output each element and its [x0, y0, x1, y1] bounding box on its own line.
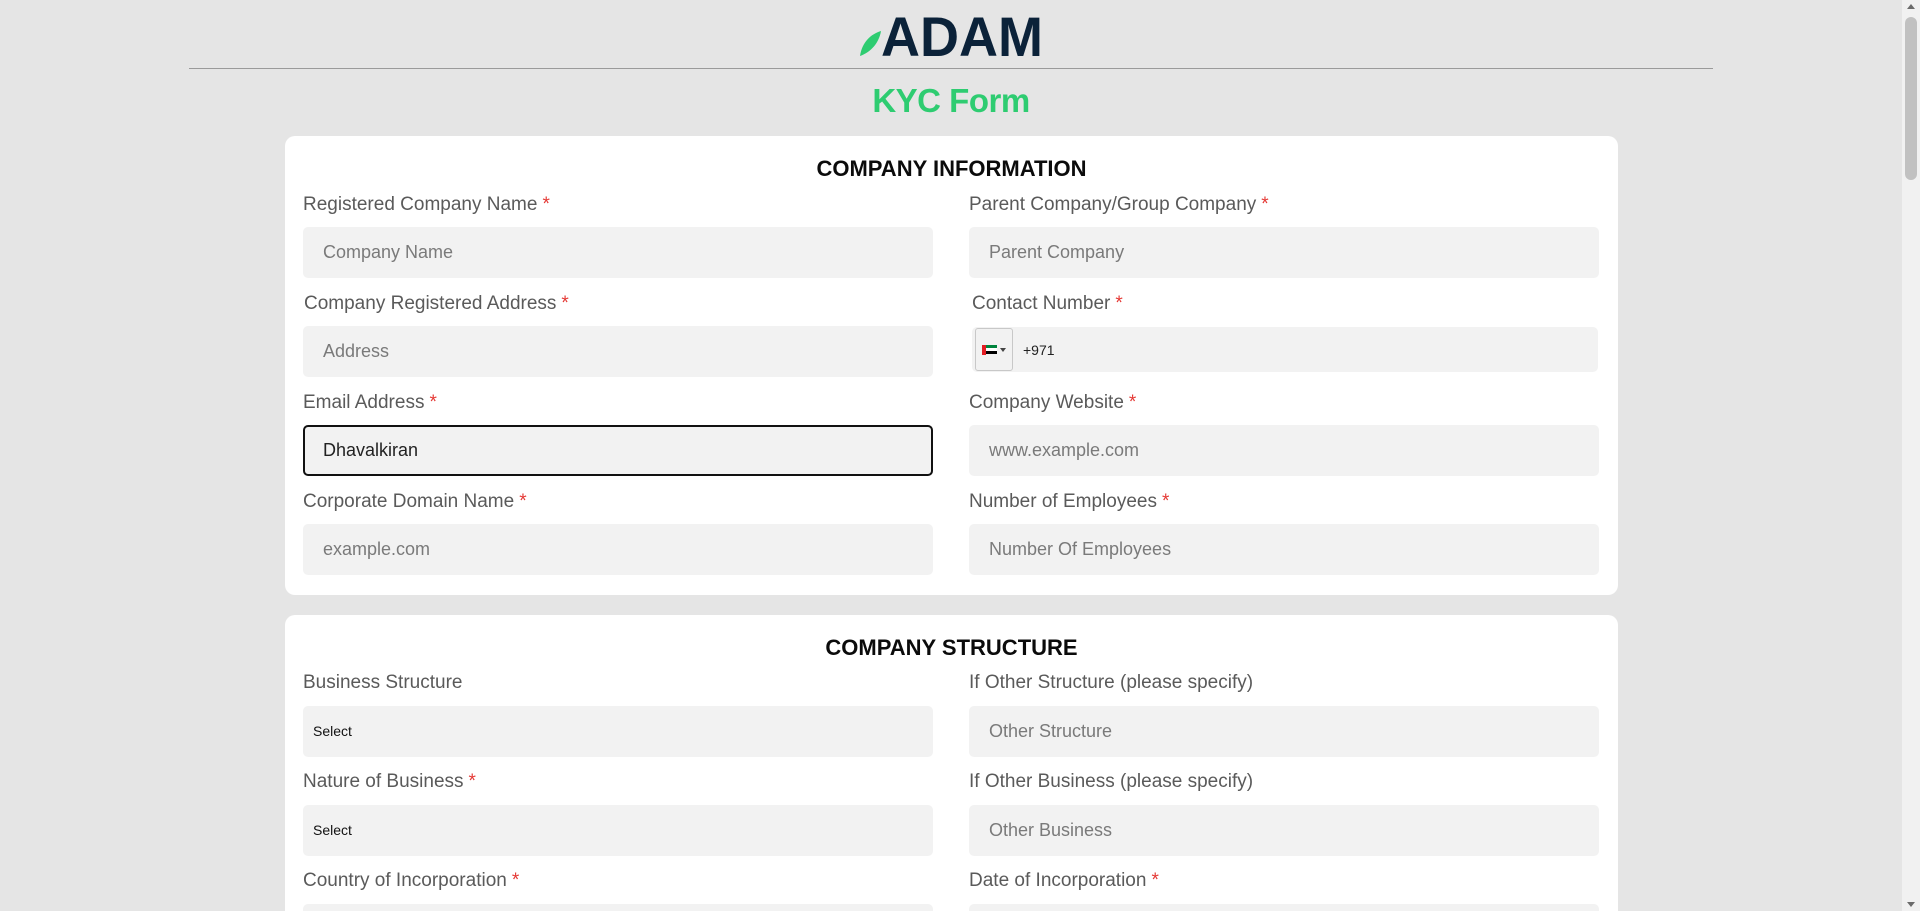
business-structure-value: Select	[313, 723, 352, 739]
other-business-label: If Other Business (please specify)	[969, 771, 1254, 792]
logo-text: ADAM	[881, 6, 1043, 60]
nature-of-business-label: Nature of Business *	[303, 771, 476, 792]
corporate-domain-field[interactable]	[303, 524, 933, 575]
business-structure-select[interactable]: Select	[303, 706, 933, 757]
uae-flag-icon	[982, 344, 997, 355]
registered-address-field[interactable]	[303, 326, 933, 377]
other-structure-input[interactable]	[969, 706, 1599, 757]
other-structure-label: If Other Structure (please specify)	[969, 672, 1254, 693]
page: ADAM KYC Form COMPANY INFORMATION Regist…	[0, 0, 1902, 911]
dial-code: +971	[1023, 341, 1055, 358]
adam-logo: ADAM	[860, 6, 1043, 60]
parent-company-label: Parent Company/Group Company *	[969, 194, 1269, 215]
scroll-up-arrow-icon[interactable]	[1907, 4, 1915, 9]
registered-address-input[interactable]	[303, 326, 933, 377]
required-mark: *	[561, 293, 569, 314]
company-website-field[interactable]	[969, 425, 1599, 476]
registered-company-name-field[interactable]	[303, 227, 933, 278]
country-code-dropdown[interactable]	[975, 328, 1013, 371]
parent-company-field[interactable]	[969, 227, 1599, 278]
required-mark: *	[429, 392, 437, 413]
scroll-down-arrow-icon[interactable]	[1907, 902, 1915, 907]
required-mark: *	[519, 491, 527, 512]
date-of-incorporation-field[interactable]	[969, 904, 1599, 911]
required-mark: *	[542, 194, 550, 215]
email-address-input[interactable]	[305, 427, 931, 474]
required-mark: *	[511, 870, 520, 891]
company-website-input[interactable]	[969, 425, 1599, 476]
number-of-employees-input[interactable]	[969, 524, 1599, 575]
other-business-input[interactable]	[969, 805, 1599, 856]
email-address-label: Email Address *	[303, 392, 437, 413]
email-address-field[interactable]	[303, 425, 933, 476]
section-title: COMPANY STRUCTURE	[825, 635, 1078, 660]
required-mark: *	[468, 771, 476, 792]
corporate-domain-input[interactable]	[303, 524, 933, 575]
registered-company-name-input[interactable]	[303, 227, 933, 278]
business-structure-label: Business Structure	[303, 672, 463, 693]
registered-address-label: Company Registered Address *	[304, 293, 569, 314]
scrollbar-thumb[interactable]	[1905, 17, 1917, 180]
corporate-domain-label: Corporate Domain Name *	[303, 491, 527, 512]
company-website-label: Company Website *	[969, 392, 1137, 413]
number-of-employees-label: Number of Employees *	[969, 491, 1170, 512]
nature-of-business-value: Select	[313, 822, 352, 838]
header-divider	[189, 68, 1713, 69]
registered-company-name-label: Registered Company Name *	[303, 194, 550, 215]
country-of-incorporation-select[interactable]	[303, 904, 933, 911]
section-title: COMPANY INFORMATION	[816, 156, 1087, 181]
country-of-incorporation-label: Country of Incorporation *	[303, 870, 520, 891]
required-mark: *	[1151, 870, 1159, 891]
date-of-incorporation-label: Date of Incorporation *	[969, 870, 1159, 891]
other-business-field[interactable]	[969, 805, 1599, 856]
chevron-down-icon	[1000, 347, 1006, 352]
vertical-scrollbar[interactable]	[1902, 0, 1920, 911]
other-structure-field[interactable]	[969, 706, 1599, 757]
required-mark: *	[1261, 194, 1269, 215]
company-structure-card: COMPANY STRUCTURE Business Structure Sel…	[285, 615, 1618, 911]
number-of-employees-field[interactable]	[969, 524, 1599, 575]
page-title: KYC Form	[872, 82, 1030, 119]
required-mark: *	[1115, 293, 1123, 314]
required-mark: *	[1161, 491, 1170, 512]
contact-number-label: Contact Number *	[972, 293, 1123, 314]
required-mark: *	[1128, 392, 1137, 413]
nature-of-business-select[interactable]: Select	[303, 805, 933, 856]
company-information-card: COMPANY INFORMATION Registered Company N…	[285, 136, 1618, 595]
parent-company-input[interactable]	[969, 227, 1599, 278]
contact-number-field[interactable]: +971	[972, 327, 1598, 372]
